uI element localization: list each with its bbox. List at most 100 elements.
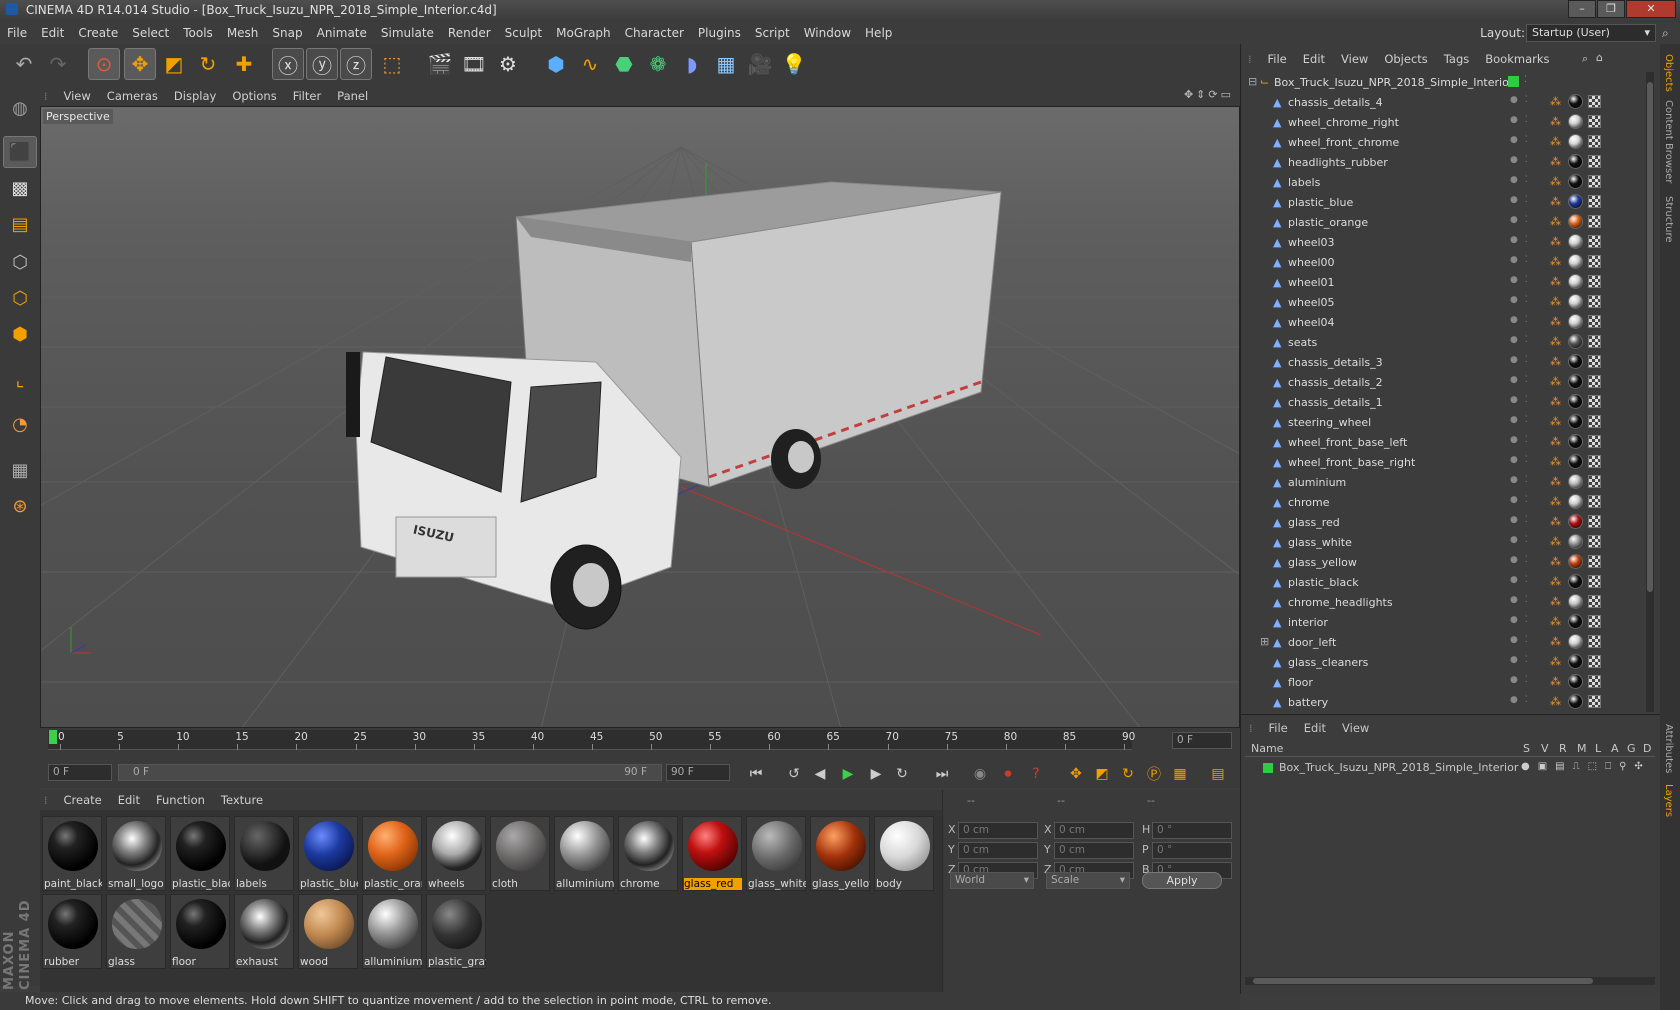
visibility-dots[interactable]: ● ⁚ [1510, 375, 1530, 385]
menu-window[interactable]: Window [797, 22, 858, 44]
material-tag-icon[interactable] [1568, 94, 1583, 109]
visibility-dots[interactable]: ● ⁚ [1510, 395, 1530, 405]
next-frame-icon[interactable]: ▶ [864, 763, 888, 785]
phong-tag-icon[interactable]: ⁂ [1550, 695, 1564, 709]
object-row[interactable]: ▲ wheel_front_base_right ● ⁚ ⁂ [1248, 452, 1642, 472]
viewport-menu-filter[interactable]: Filter [285, 86, 329, 106]
material-tag-icon[interactable] [1568, 134, 1583, 149]
visibility-dots[interactable]: ● ⁚ [1510, 195, 1530, 205]
visibility-dots[interactable]: ● ⁚ [1510, 135, 1530, 145]
search-icon[interactable]: ⌕ [1662, 26, 1669, 41]
next-key-icon[interactable]: ↻ [890, 763, 914, 785]
undo-icon[interactable]: ↶ [8, 48, 40, 80]
material-swatch[interactable]: plastic_orange [362, 816, 422, 891]
texture-mode-icon[interactable]: ▩ [3, 172, 37, 204]
phong-tag-icon[interactable]: ⁂ [1550, 535, 1564, 549]
end-frame-field[interactable]: 90 F [666, 764, 730, 781]
phong-tag-icon[interactable]: ⁂ [1550, 635, 1564, 649]
menu-script[interactable]: Script [748, 22, 797, 44]
visibility-dots[interactable]: ● ⁚ [1510, 435, 1530, 445]
phong-tag-icon[interactable]: ⁂ [1550, 195, 1564, 209]
uvw-tag-icon[interactable] [1588, 535, 1601, 548]
uvw-tag-icon[interactable] [1588, 235, 1601, 248]
phong-tag-icon[interactable]: ⁂ [1550, 615, 1564, 629]
object-row[interactable]: ▲ wheel04 ● ⁚ ⁂ [1248, 312, 1642, 332]
menu-mesh[interactable]: Mesh [220, 22, 266, 44]
phong-tag-icon[interactable]: ⁂ [1550, 415, 1564, 429]
z-axis-lock-icon[interactable]: ⓩ [340, 48, 372, 80]
material-swatch[interactable]: plastic_black [170, 816, 230, 891]
menu-render[interactable]: Render [441, 22, 498, 44]
coord-value-field[interactable]: 0 ° [1152, 822, 1232, 839]
om-menu-tags[interactable]: Tags [1436, 50, 1477, 68]
object-row[interactable]: ▲ chassis_details_4 ● ⁚ ⁂ [1248, 92, 1642, 112]
om-search-icon[interactable]: ⌕ [1582, 52, 1588, 66]
uvw-tag-icon[interactable] [1588, 215, 1601, 228]
tweak-mode-icon[interactable]: ◔ [3, 408, 37, 440]
menu-simulate[interactable]: Simulate [374, 22, 441, 44]
object-row[interactable]: ▲ wheel_chrome_right ● ⁚ ⁂ [1248, 112, 1642, 132]
viewport-camera-label[interactable]: Perspective [43, 109, 113, 124]
redo-icon[interactable]: ↷ [42, 48, 74, 80]
nurbs-icon[interactable]: ⬣ [608, 48, 640, 80]
coord-value-field[interactable]: 0 cm [1054, 842, 1134, 859]
visibility-dots[interactable]: ● ⁚ [1510, 575, 1530, 585]
uvw-tag-icon[interactable] [1588, 615, 1601, 628]
side-tab-content-browser[interactable]: Content Browser [1663, 100, 1674, 183]
om-menu-bookmarks[interactable]: Bookmarks [1477, 50, 1557, 68]
uvw-tag-icon[interactable] [1588, 175, 1601, 188]
material-tag-icon[interactable] [1568, 154, 1583, 169]
floor-scene-icon[interactable]: ▦ [710, 48, 742, 80]
material-tag-icon[interactable] [1568, 474, 1583, 489]
om-menu-edit[interactable]: Edit [1295, 50, 1333, 68]
visibility-dots[interactable]: ● ⁚ [1510, 555, 1530, 565]
visibility-dots[interactable]: ● ⁚ [1510, 175, 1530, 185]
uvw-tag-icon[interactable] [1588, 515, 1601, 528]
object-row[interactable]: ▲ headlights_rubber ● ⁚ ⁂ [1248, 152, 1642, 172]
menu-plugins[interactable]: Plugins [691, 22, 748, 44]
uvw-tag-icon[interactable] [1588, 655, 1601, 668]
visibility-dots[interactable]: ● ⁚ [1510, 615, 1530, 625]
render-picture-viewer-icon[interactable]: 🎞 [458, 48, 490, 80]
material-swatch[interactable]: labels [234, 816, 294, 891]
uvw-tag-icon[interactable] [1588, 575, 1601, 588]
array-icon[interactable]: ❁ [642, 48, 674, 80]
uvw-tag-icon[interactable] [1588, 275, 1601, 288]
uvw-tag-icon[interactable] [1588, 375, 1601, 388]
om-home-icon[interactable]: ⌂ [1596, 51, 1603, 64]
material-swatch[interactable]: chrome [618, 816, 678, 891]
rotate-tool-icon[interactable]: ↻ [192, 48, 224, 80]
uvw-tag-icon[interactable] [1588, 95, 1601, 108]
phong-tag-icon[interactable]: ⁂ [1550, 395, 1564, 409]
uvw-tag-icon[interactable] [1588, 495, 1601, 508]
coord-value-field[interactable]: 0 cm [958, 822, 1038, 839]
camera-icon[interactable]: 🎥 [744, 48, 776, 80]
object-row[interactable]: ▲ wheel_front_base_left ● ⁚ ⁂ [1248, 432, 1642, 452]
layer-col-s[interactable]: S [1523, 742, 1530, 755]
material-menu-create[interactable]: Create [56, 790, 110, 810]
object-row[interactable]: ▲ chrome_headlights ● ⁚ ⁂ [1248, 592, 1642, 612]
side-tab-objects[interactable]: Objects [1663, 54, 1674, 92]
live-selection-icon[interactable]: ⊙ [88, 48, 120, 80]
phong-tag-icon[interactable]: ⁂ [1550, 235, 1564, 249]
phong-tag-icon[interactable]: ⁂ [1550, 255, 1564, 269]
workplane-mode-icon[interactable]: ▤ [3, 208, 37, 240]
play-icon[interactable]: ▶ [836, 763, 860, 785]
phong-tag-icon[interactable]: ⁂ [1550, 175, 1564, 189]
range-slider[interactable]: 0 F 90 F [118, 764, 662, 781]
side-tab-layers[interactable]: Layers [1663, 784, 1674, 817]
uvw-tag-icon[interactable] [1588, 695, 1601, 708]
coordinate-system-icon[interactable]: ⬚ [376, 48, 408, 80]
material-swatch[interactable]: plastic_blue [298, 816, 358, 891]
material-swatch[interactable]: cloth [490, 816, 550, 891]
material-tag-icon[interactable] [1568, 634, 1583, 649]
object-row[interactable]: ▲ labels ● ⁚ ⁂ [1248, 172, 1642, 192]
visibility-dots[interactable]: ⁚ [1524, 75, 1527, 85]
prev-key-icon[interactable]: ↺ [782, 763, 806, 785]
phong-tag-icon[interactable]: ⁂ [1550, 675, 1564, 689]
record-keys-icon[interactable]: ◉ [968, 763, 992, 785]
object-row[interactable]: ▲ plastic_blue ● ⁚ ⁂ [1248, 192, 1642, 212]
material-swatch[interactable]: glass_white [746, 816, 806, 891]
timeline-window-icon[interactable]: ▤ [1206, 763, 1230, 785]
material-tag-icon[interactable] [1568, 114, 1583, 129]
